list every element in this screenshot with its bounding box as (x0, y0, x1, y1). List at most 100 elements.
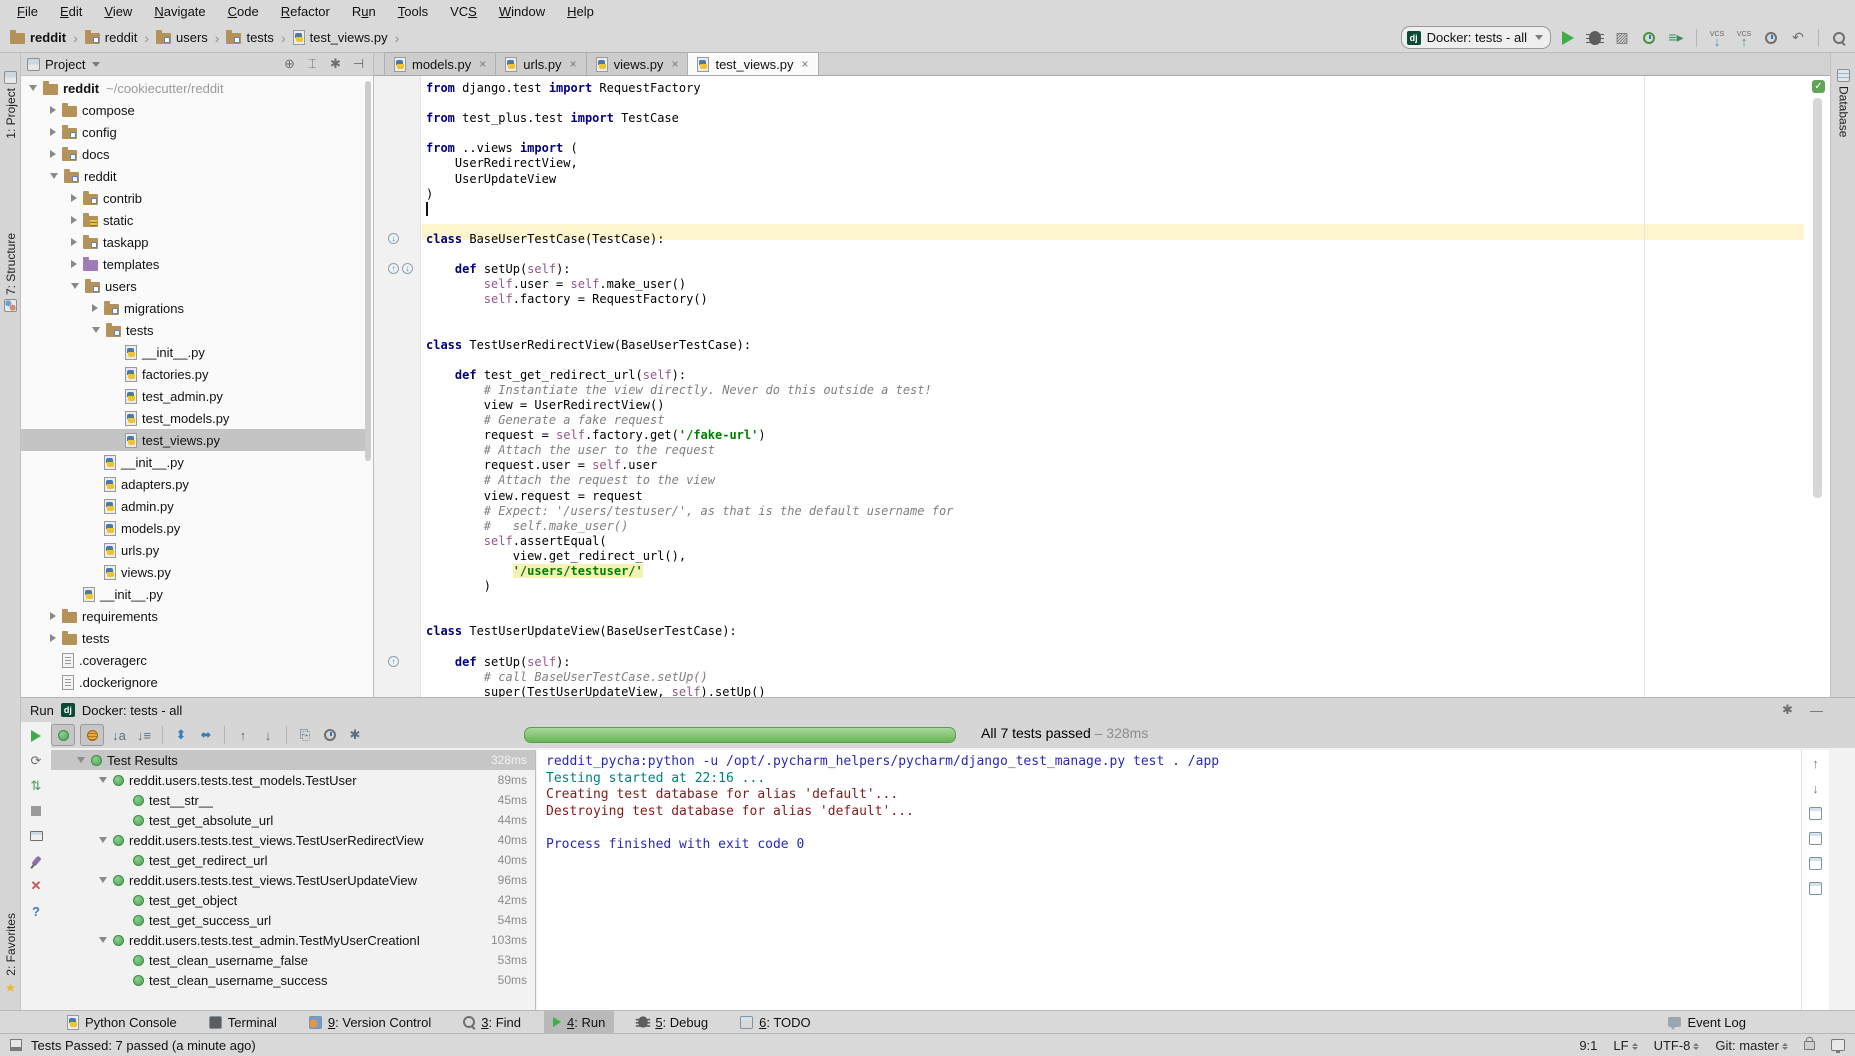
test-row-test-results[interactable]: Test Results328ms (51, 750, 535, 770)
search-everywhere-button[interactable] (1829, 28, 1849, 48)
tree-item-views-py[interactable]: views.py (21, 561, 365, 583)
menu-item-view[interactable]: View (93, 0, 143, 23)
test-row-test-get-object[interactable]: test_get_object42ms (51, 890, 535, 910)
test-row-test-get-absolute-url[interactable]: test_get_absolute_url44ms (51, 810, 535, 830)
tree-expander[interactable] (71, 260, 77, 268)
test-row-reddit-users-tests-test-models-testuser[interactable]: reddit.users.tests.test_models.TestUser8… (51, 770, 535, 790)
show-ignored-toggle[interactable] (80, 724, 104, 746)
menu-item-tools[interactable]: Tools (387, 0, 439, 23)
project-panel-title[interactable]: Project (27, 57, 100, 72)
tree-item-admin-py[interactable]: admin.py (21, 495, 365, 517)
highlighting-level-icon[interactable] (1831, 1039, 1845, 1051)
tree-expander[interactable] (99, 937, 107, 943)
breadcrumb-item[interactable]: test_views.py (291, 30, 390, 45)
stop-button[interactable] (28, 803, 44, 819)
status-message[interactable]: Tests Passed: 7 passed (a minute ago) (31, 1038, 256, 1053)
tree-item-static[interactable]: static (21, 209, 365, 231)
tree-expander[interactable] (71, 194, 77, 202)
test-row-reddit-users-tests-test-views-testuserredirectview[interactable]: reddit.users.tests.test_views.TestUserRe… (51, 830, 535, 850)
tree-expander[interactable] (50, 128, 56, 136)
project-tree-scrollbar[interactable] (365, 81, 371, 461)
tree-expander[interactable] (77, 757, 85, 763)
tree-item-tests[interactable]: tests (21, 319, 365, 341)
editor-tab-views-py[interactable]: views.py× (586, 52, 689, 75)
tree-item-factories-py[interactable]: factories.py (21, 363, 365, 385)
test-row-reddit-users-tests-test-admin-testmyusercreationi[interactable]: reddit.users.tests.test_admin.TestMyUser… (51, 930, 535, 950)
tool-button-database[interactable]: Database (1831, 69, 1855, 137)
inspection-status-icon[interactable]: ✓ (1812, 80, 1825, 93)
tree-expander[interactable] (92, 327, 100, 333)
tree-item-users[interactable]: users (21, 275, 365, 297)
tree-item-models-py[interactable]: models.py (21, 517, 365, 539)
tool-button-structure[interactable]: 7: Structure (0, 233, 21, 312)
tree-item-docs[interactable]: docs (21, 143, 365, 165)
vcs-commit-button[interactable]: VCS↑ (1734, 28, 1754, 48)
tree-item-templates[interactable]: templates (21, 253, 365, 275)
run-test-gutter-icon[interactable]: ↑ (388, 263, 399, 274)
tool-button-favorites[interactable]: 2: Favorites ★ (0, 913, 21, 996)
close-icon[interactable]: × (570, 57, 577, 71)
menu-item-run[interactable]: Run (341, 0, 387, 23)
tree-expander[interactable] (99, 837, 107, 843)
status-widget-9-1[interactable]: 9:1 (1579, 1038, 1597, 1053)
rerun-failed-button[interactable]: ⟳ (28, 753, 44, 769)
menu-item-refactor[interactable]: Refactor (270, 0, 341, 23)
show-passed-toggle[interactable] (51, 724, 75, 746)
toolwindow-button-version-control[interactable]: 9: Version Control (300, 1011, 440, 1033)
collapse-all-button[interactable]: ⬌ (196, 725, 216, 745)
tree-item-contrib[interactable]: contrib (21, 187, 365, 209)
scroll-up-icon[interactable]: ↑ (1808, 756, 1823, 771)
clear-console-icon[interactable] (1808, 881, 1823, 896)
tree-item--init-py[interactable]: __init__.py (21, 583, 365, 605)
tree-item-adapters-py[interactable]: adapters.py (21, 473, 365, 495)
breadcrumb-item[interactable]: reddit (8, 30, 68, 45)
test-row-test-clean-username-false[interactable]: test_clean_username_false53ms (51, 950, 535, 970)
tree-item-compose[interactable]: compose (21, 99, 365, 121)
test-row-test-clean-username-success[interactable]: test_clean_username_success50ms (51, 970, 535, 990)
run-console[interactable]: reddit_pycha:python -u /opt/.pycharm_hel… (537, 750, 1801, 1010)
toolwindow-button-python-console[interactable]: Python Console (58, 1011, 186, 1033)
tree-item--init-py[interactable]: __init__.py (21, 451, 365, 473)
tree-expander[interactable] (50, 173, 58, 179)
sort-alphabetically-button[interactable]: ↓a (109, 725, 129, 745)
toolwindow-button-terminal[interactable]: Terminal (200, 1011, 286, 1033)
tree-item-tests[interactable]: tests (21, 627, 365, 649)
tree-item--coveragerc[interactable]: .coveragerc (21, 649, 365, 671)
run-test-gutter-icon[interactable]: ↓ (402, 263, 413, 274)
help-button[interactable]: ? (28, 903, 44, 919)
test-row-test-get-success-url[interactable]: test_get_success_url54ms (51, 910, 535, 930)
close-button[interactable]: ✕ (28, 878, 44, 894)
undo-button[interactable]: ↶ (1788, 28, 1808, 48)
breadcrumb-item[interactable]: users (154, 30, 210, 45)
soft-wrap-icon[interactable] (1808, 806, 1823, 821)
tree-item-test-models-py[interactable]: test_models.py (21, 407, 365, 429)
editor-tab-test_views-py[interactable]: test_views.py× (687, 52, 818, 75)
export-results-button[interactable]: ⎘ (295, 725, 315, 745)
lock-icon[interactable] (1804, 1041, 1815, 1050)
tree-expander[interactable] (71, 216, 77, 224)
tree-item-test-views-py[interactable]: test_views.py (21, 429, 365, 451)
test-row-test-get-redirect-url[interactable]: test_get_redirect_url40ms (51, 850, 535, 870)
scroll-down-icon[interactable]: ↓ (1808, 781, 1823, 796)
menu-item-code[interactable]: Code (217, 0, 270, 23)
local-history-button[interactable] (1761, 28, 1781, 48)
test-row-reddit-users-tests-test-views-testuserupdateview[interactable]: reddit.users.tests.test_views.TestUserUp… (51, 870, 535, 890)
tree-expander[interactable] (99, 777, 107, 783)
tree-item-reddit[interactable]: reddit (21, 165, 365, 187)
tree-item-config[interactable]: config (21, 121, 365, 143)
breadcrumb-item[interactable]: reddit (83, 30, 140, 45)
hide-panel-button[interactable]: ⊣ (350, 56, 367, 72)
vcs-update-button[interactable]: VCS↓ (1707, 28, 1727, 48)
tree-expander[interactable] (50, 612, 56, 620)
tree-item-urls-py[interactable]: urls.py (21, 539, 365, 561)
gear-icon[interactable]: ✱ (345, 725, 365, 745)
pin-tab-button[interactable] (28, 853, 44, 869)
gear-icon[interactable]: ✱ (327, 56, 344, 72)
editor-tab-urls-py[interactable]: urls.py× (495, 52, 586, 75)
menu-item-edit[interactable]: Edit (49, 0, 93, 23)
toolwindow-button-event-log[interactable]: Event Log (1659, 1011, 1755, 1033)
tree-expander[interactable] (92, 304, 98, 312)
tree-item-reddit[interactable]: reddit~/cookiecutter/reddit (21, 77, 365, 99)
locate-file-button[interactable]: ⊕ (281, 56, 298, 72)
tree-expander[interactable] (50, 106, 56, 114)
